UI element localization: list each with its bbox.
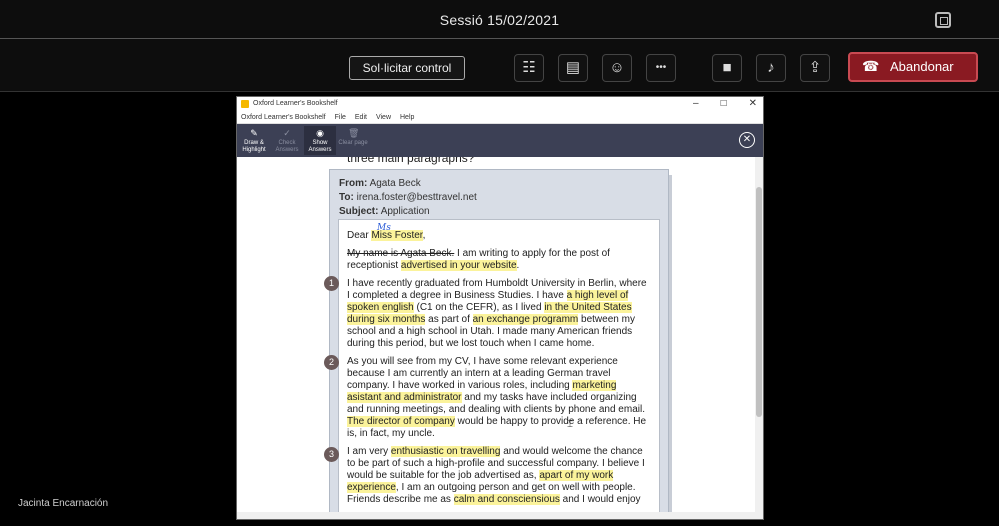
question-text: three main paragraphs? bbox=[347, 157, 475, 165]
leave-label: Abandonar bbox=[890, 59, 954, 74]
letter-body: Ms Dear Miss Foster, My name is Agata Be… bbox=[338, 219, 660, 513]
mouse-cursor-icon: ⌶ bbox=[567, 419, 573, 430]
hang-up-icon: ☎ bbox=[862, 58, 880, 74]
menu-item-bookshelf[interactable]: Oxford Learner's Bookshelf bbox=[241, 114, 326, 121]
menu-item-view[interactable]: View bbox=[376, 114, 391, 121]
menu-item-edit[interactable]: Edit bbox=[355, 114, 367, 121]
draw-highlight-label: Draw & Highlight bbox=[242, 140, 266, 153]
paragraph-number-3: 3 bbox=[324, 447, 339, 462]
trash-icon: 🗑 bbox=[348, 128, 360, 138]
close-window-icon[interactable]: ✕ bbox=[749, 98, 757, 109]
window-controls: – □ ✕ bbox=[693, 98, 757, 109]
from-label: From: bbox=[339, 178, 368, 189]
paragraph-number-2: 2 bbox=[324, 355, 339, 370]
meeting-screen: Sessió 15/02/2021 Sol·licitar control ☷ … bbox=[0, 0, 999, 526]
fullscreen-icon[interactable] bbox=[935, 12, 951, 28]
camera-icon[interactable]: ■ bbox=[712, 54, 742, 82]
clear-page-button[interactable]: 🗑 Clear page bbox=[337, 126, 369, 155]
minimize-icon[interactable]: – bbox=[693, 98, 699, 109]
to-label: To: bbox=[339, 192, 354, 203]
highlight[interactable]: The director of company bbox=[347, 416, 455, 427]
subject-value: Application bbox=[380, 206, 430, 217]
leave-button[interactable]: ☎ Abandonar bbox=[848, 52, 978, 82]
subject-label: Subject: bbox=[339, 206, 379, 217]
highlight[interactable]: enthusiastic on travelling bbox=[390, 446, 501, 457]
paragraph-2: As you will see from my CV, I have some … bbox=[347, 356, 647, 439]
check-answers-button[interactable]: ✓ Check Answers bbox=[271, 126, 303, 155]
highlight[interactable]: calm and consciensious bbox=[453, 494, 560, 505]
menu-bar: Oxford Learner's Bookshelf File Edit Vie… bbox=[237, 112, 763, 124]
session-title: Sessió 15/02/2021 bbox=[439, 12, 560, 28]
reactions-icon[interactable]: ☺ bbox=[602, 54, 632, 82]
close-reader-icon[interactable]: ✕ bbox=[739, 132, 755, 148]
window-title: Oxford Learner's Bookshelf bbox=[253, 100, 338, 107]
participants-icon[interactable]: ☷ bbox=[514, 54, 544, 82]
greeting: Dear Miss Foster, bbox=[347, 230, 426, 241]
presenter-name: Jacinta Encarnación bbox=[18, 498, 109, 509]
app-window: Oxford Learner's Bookshelf – □ ✕ Oxford … bbox=[236, 96, 764, 520]
meeting-top-bar: Sessió 15/02/2021 Sol·licitar control ☷ … bbox=[0, 0, 999, 92]
show-answers-label: Show Answers bbox=[308, 140, 332, 153]
vertical-scrollbar[interactable] bbox=[755, 157, 763, 513]
show-answers-button[interactable]: ◉ Show Answers bbox=[304, 126, 336, 155]
share-screen-icon[interactable]: ⇪ bbox=[800, 54, 830, 82]
strikethrough-text: My name is Agata Beck. bbox=[347, 248, 455, 259]
page-content: three main paragraphs? From: Agata Beck … bbox=[237, 157, 757, 513]
highlight[interactable]: an exchange programm bbox=[472, 314, 579, 325]
top-divider bbox=[0, 38, 999, 39]
check-icon: ✓ bbox=[283, 128, 291, 138]
maximize-icon[interactable]: □ bbox=[721, 98, 727, 109]
paragraph-1: I have recently graduated from Humboldt … bbox=[347, 278, 647, 349]
clear-page-label: Clear page bbox=[338, 140, 368, 146]
scrollbar-thumb[interactable] bbox=[756, 187, 762, 417]
check-answers-label: Check Answers bbox=[275, 140, 299, 153]
email-card: From: Agata Beck To: irena.foster@besttr… bbox=[329, 169, 669, 513]
paragraph-3: I am very enthusiastic on travelling and… bbox=[347, 446, 645, 505]
email-header: From: Agata Beck To: irena.foster@besttr… bbox=[339, 177, 477, 219]
window-titlebar: Oxford Learner's Bookshelf – □ ✕ bbox=[237, 97, 763, 112]
card-shadow bbox=[669, 175, 672, 513]
eye-icon: ◉ bbox=[316, 128, 324, 138]
menu-item-file[interactable]: File bbox=[335, 114, 346, 121]
app-logo-icon bbox=[241, 100, 249, 108]
intro-paragraph: My name is Agata Beck. I am writing to a… bbox=[347, 248, 610, 271]
horizontal-scrollbar[interactable] bbox=[237, 512, 763, 519]
to-value: irena.foster@besttravel.net bbox=[356, 192, 477, 203]
draw-highlight-button[interactable]: ✎ Draw & Highlight bbox=[238, 126, 270, 155]
paragraph-number-1: 1 bbox=[324, 276, 339, 291]
highlight[interactable]: advertised in your website bbox=[400, 260, 517, 271]
handwritten-note: Ms bbox=[377, 223, 391, 233]
menu-item-help[interactable]: Help bbox=[400, 114, 414, 121]
more-icon[interactable]: ••• bbox=[646, 54, 676, 82]
reader-toolbar: ✎ Draw & Highlight ✓ Check Answers ◉ Sho… bbox=[237, 124, 763, 157]
from-value: Agata Beck bbox=[369, 178, 421, 189]
microphone-icon[interactable]: ♪ bbox=[756, 54, 786, 82]
chat-icon[interactable]: ▤ bbox=[558, 54, 588, 82]
request-control-button[interactable]: Sol·licitar control bbox=[349, 56, 465, 80]
pencil-icon: ✎ bbox=[250, 128, 258, 138]
